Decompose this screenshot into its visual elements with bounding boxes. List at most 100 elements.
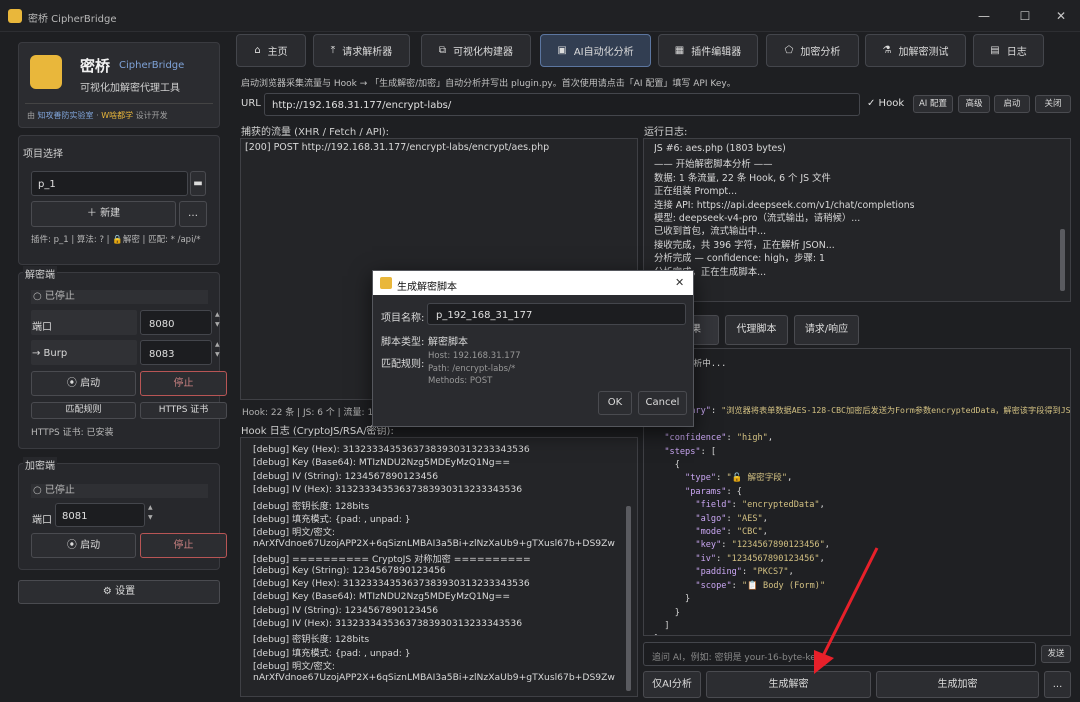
new-project-button[interactable]: ＋ 新建	[31, 201, 176, 227]
dialog-logo-icon	[380, 277, 392, 289]
tab-visual-builder[interactable]: ⧉ 可视化构建器	[421, 34, 531, 67]
tab-plugin-editor[interactable]: ▦ 插件编辑器	[658, 34, 758, 67]
decrypt-status: ○ 已停止	[31, 290, 208, 304]
close-button[interactable]: ✕	[1047, 6, 1075, 26]
script-type-value: 解密脚本	[428, 337, 468, 348]
tab-log[interactable]: ▤ 日志	[973, 34, 1044, 67]
tab-crypto-analysis[interactable]: ⬠ 加密分析	[766, 34, 859, 67]
run-log[interactable]: JS #6: aes.php (1803 bytes) —— 开始解密脚本分析 —…	[643, 138, 1071, 302]
run-log-line: JS #6: aes.php (1803 bytes)	[654, 143, 786, 154]
brand-subtitle: 可视化加解密代理工具	[80, 83, 180, 94]
run-log-scrollbar[interactable]	[1058, 141, 1068, 299]
author-link[interactable]: W啥都学	[101, 111, 133, 120]
app-logo-icon	[8, 9, 22, 23]
tab-request-parser[interactable]: ⤒ 请求解析器	[313, 34, 410, 67]
tab-ai-analysis[interactable]: ▣ AI自动化分析	[540, 34, 651, 67]
run-log-lines: JS #6: aes.php (1803 bytes) —— 开始解密脚本分析 —…	[654, 143, 1054, 279]
https-cert-button[interactable]: HTTPS 证书	[140, 402, 227, 419]
dialog-cancel-button[interactable]: Cancel	[638, 391, 687, 415]
decrypt-port-input[interactable]: 8080	[140, 310, 212, 335]
tab-home[interactable]: ⌂ 主页	[236, 34, 306, 67]
send-button[interactable]: 发送	[1041, 645, 1071, 663]
generate-encrypt-button[interactable]: 生成加密	[876, 671, 1039, 698]
usage-hint: 启动浏览器采集流量与 Hook → 「生成解密/加密」自动分析并写出 plugi…	[241, 79, 736, 89]
window-title: 密桥 CipherBridge	[28, 14, 117, 25]
brand-name-en: CipherBridge	[119, 60, 185, 71]
chevron-down-icon[interactable]: ▬	[190, 171, 206, 196]
maximize-button[interactable]: ☐	[1011, 6, 1039, 26]
encrypt-status: ○ 已停止	[31, 484, 208, 498]
hook-log-lines: [debug] Key (Hex): 313233343536373839303…	[253, 444, 623, 685]
brand-logo-icon	[30, 55, 62, 89]
hook-log-line: [debug] 密钥长度: 128bits	[253, 500, 370, 512]
hook-log-line: [debug] 明文/密文:	[253, 661, 336, 673]
decrypt-section-title: 解密端	[23, 266, 57, 281]
decrypt-panel: 解密端 ○ 已停止 端口 8080 ▲ ▼ → Burp 8083 ▲ ▼ ⦿ 启动…	[18, 266, 227, 449]
url-input[interactable]: http://192.168.31.177/encrypt-labs/	[264, 93, 860, 116]
encrypt-port-input[interactable]: 8081	[55, 503, 145, 527]
run-log-line: 分析完成 — confidence: high，步骤: 1	[654, 253, 825, 265]
generate-script-dialog: 生成解密脚本 ✕ 项目名称: p_192_168_31_177 脚本类型: 解密…	[372, 270, 694, 427]
hook-log-title: Hook 日志 (CryptoJS/RSA/密钥):	[241, 426, 394, 437]
encrypt-port-stepper[interactable]: ▲ ▼	[148, 503, 160, 527]
actions-more-button[interactable]: ...	[1044, 671, 1071, 698]
encrypt-panel: 加密端 ○ 已停止 端口 8081 ▲ ▼ ⦿ 启动 停止	[18, 457, 227, 570]
project-more-button[interactable]: …	[179, 201, 207, 227]
ai-only-button[interactable]: 仅AI分析	[643, 671, 701, 698]
hook-log-line: [debug] Key (Base64): MTIzNDU2Nzg5MDEyMz…	[253, 457, 511, 469]
hook-log-scrollbar[interactable]	[624, 440, 634, 694]
hook-log-line: [debug] IV (Hex): 3132333435363738393031…	[253, 484, 523, 496]
match-rules-button[interactable]: 匹配规则	[31, 402, 136, 419]
project-select[interactable]: p_1	[31, 171, 188, 196]
hook-log-line: [debug] 明文/密文:	[253, 527, 336, 539]
plus-icon: ＋	[86, 208, 97, 219]
dialog-title-bar: 生成解密脚本 ✕	[373, 271, 693, 295]
port-label: 端口	[31, 310, 137, 335]
advanced-button[interactable]: 高级	[958, 95, 990, 113]
upload-icon: ⤒	[330, 45, 336, 56]
hook-log-line: [debug] Key (Base64): MTIzNDU2Nzg5MDEyMz…	[253, 591, 511, 603]
tab-request-response[interactable]: 请求/响应	[794, 315, 859, 345]
tab-proxy-script[interactable]: 代理脚本	[725, 315, 788, 345]
hook-log-line: [debug] 填充模式: {pad: , unpad: }	[253, 647, 411, 659]
tab-crypto-test[interactable]: ⚗ 加解密测试	[865, 34, 966, 67]
browser-start-button[interactable]: 启动	[994, 95, 1030, 113]
play-icon: ⦿	[66, 540, 77, 551]
encrypt-stop-button[interactable]: 停止	[140, 533, 227, 558]
script-type-label: 脚本类型:	[381, 337, 425, 348]
port-stepper[interactable]: ▲ ▼	[215, 310, 227, 335]
burp-port-input[interactable]: 8083	[140, 340, 212, 365]
hook-checkbox[interactable]: ✓ Hook	[867, 98, 904, 109]
minimize-button[interactable]: —	[970, 6, 998, 26]
settings-button[interactable]: ⚙ 设置	[18, 580, 220, 604]
title-bar: 密桥 CipherBridge — ☐ ✕	[0, 0, 1080, 32]
dialog-ok-button[interactable]: OK	[598, 391, 632, 415]
divider	[25, 103, 213, 104]
hook-log[interactable]: [debug] Key (Hex): 313233343536373839303…	[240, 437, 638, 697]
hook-log-line: [debug] IV (String): 1234567890123456	[253, 604, 439, 616]
captured-row[interactable]: [200] POST http://192.168.31.177/encrypt…	[245, 142, 549, 153]
dialog-close-button[interactable]: ✕	[675, 276, 684, 289]
dialog-title: 生成解密脚本	[397, 282, 457, 293]
browser-close-button[interactable]: 关闭	[1035, 95, 1071, 113]
decrypt-stop-button[interactable]: 停止	[140, 371, 227, 396]
credit-line: 由 知攻善防实验室 · W啥都学 设计开发	[27, 111, 168, 120]
burp-port-stepper[interactable]: ▲ ▼	[215, 340, 227, 365]
org-link[interactable]: 知攻善防实验室	[38, 111, 94, 120]
ai-config-button[interactable]: AI 配置	[913, 95, 953, 113]
project-name-label: 项目名称:	[381, 313, 425, 324]
project-panel: 项目选择 p_1 ▬ ＋ 新建 … 插件: p_1 | 算法: ? | 🔒解密 …	[18, 135, 220, 265]
captured-title: 捕获的流量 (XHR / Fetch / API):	[241, 127, 390, 138]
project-section-title: 项目选择	[23, 149, 63, 160]
run-log-title: 运行日志:	[644, 127, 688, 138]
project-name-input[interactable]: p_192_168_31_177	[427, 303, 686, 325]
run-log-line: 分析完成，正在生成脚本...	[654, 266, 767, 278]
encrypt-start-button[interactable]: ⦿ 启动	[31, 533, 136, 558]
hook-log-line: [debug] Key (Hex): 313233343536373839303…	[253, 577, 530, 589]
hook-log-line: [debug] IV (Hex): 3132333435363738393031…	[253, 618, 523, 630]
grid-icon: ▦	[674, 45, 685, 56]
decrypt-start-button[interactable]: ⦿ 启动	[31, 371, 136, 396]
run-log-line: 接收完成，共 396 字符，正在解析 JSON...	[654, 239, 835, 251]
run-log-line: 连接 API: https://api.deepseek.com/v1/chat…	[654, 199, 915, 211]
hook-log-line: nArXfVdnoe67UzojAPP2X+6qSiznLMBAI3a5Bi+z…	[253, 671, 615, 683]
